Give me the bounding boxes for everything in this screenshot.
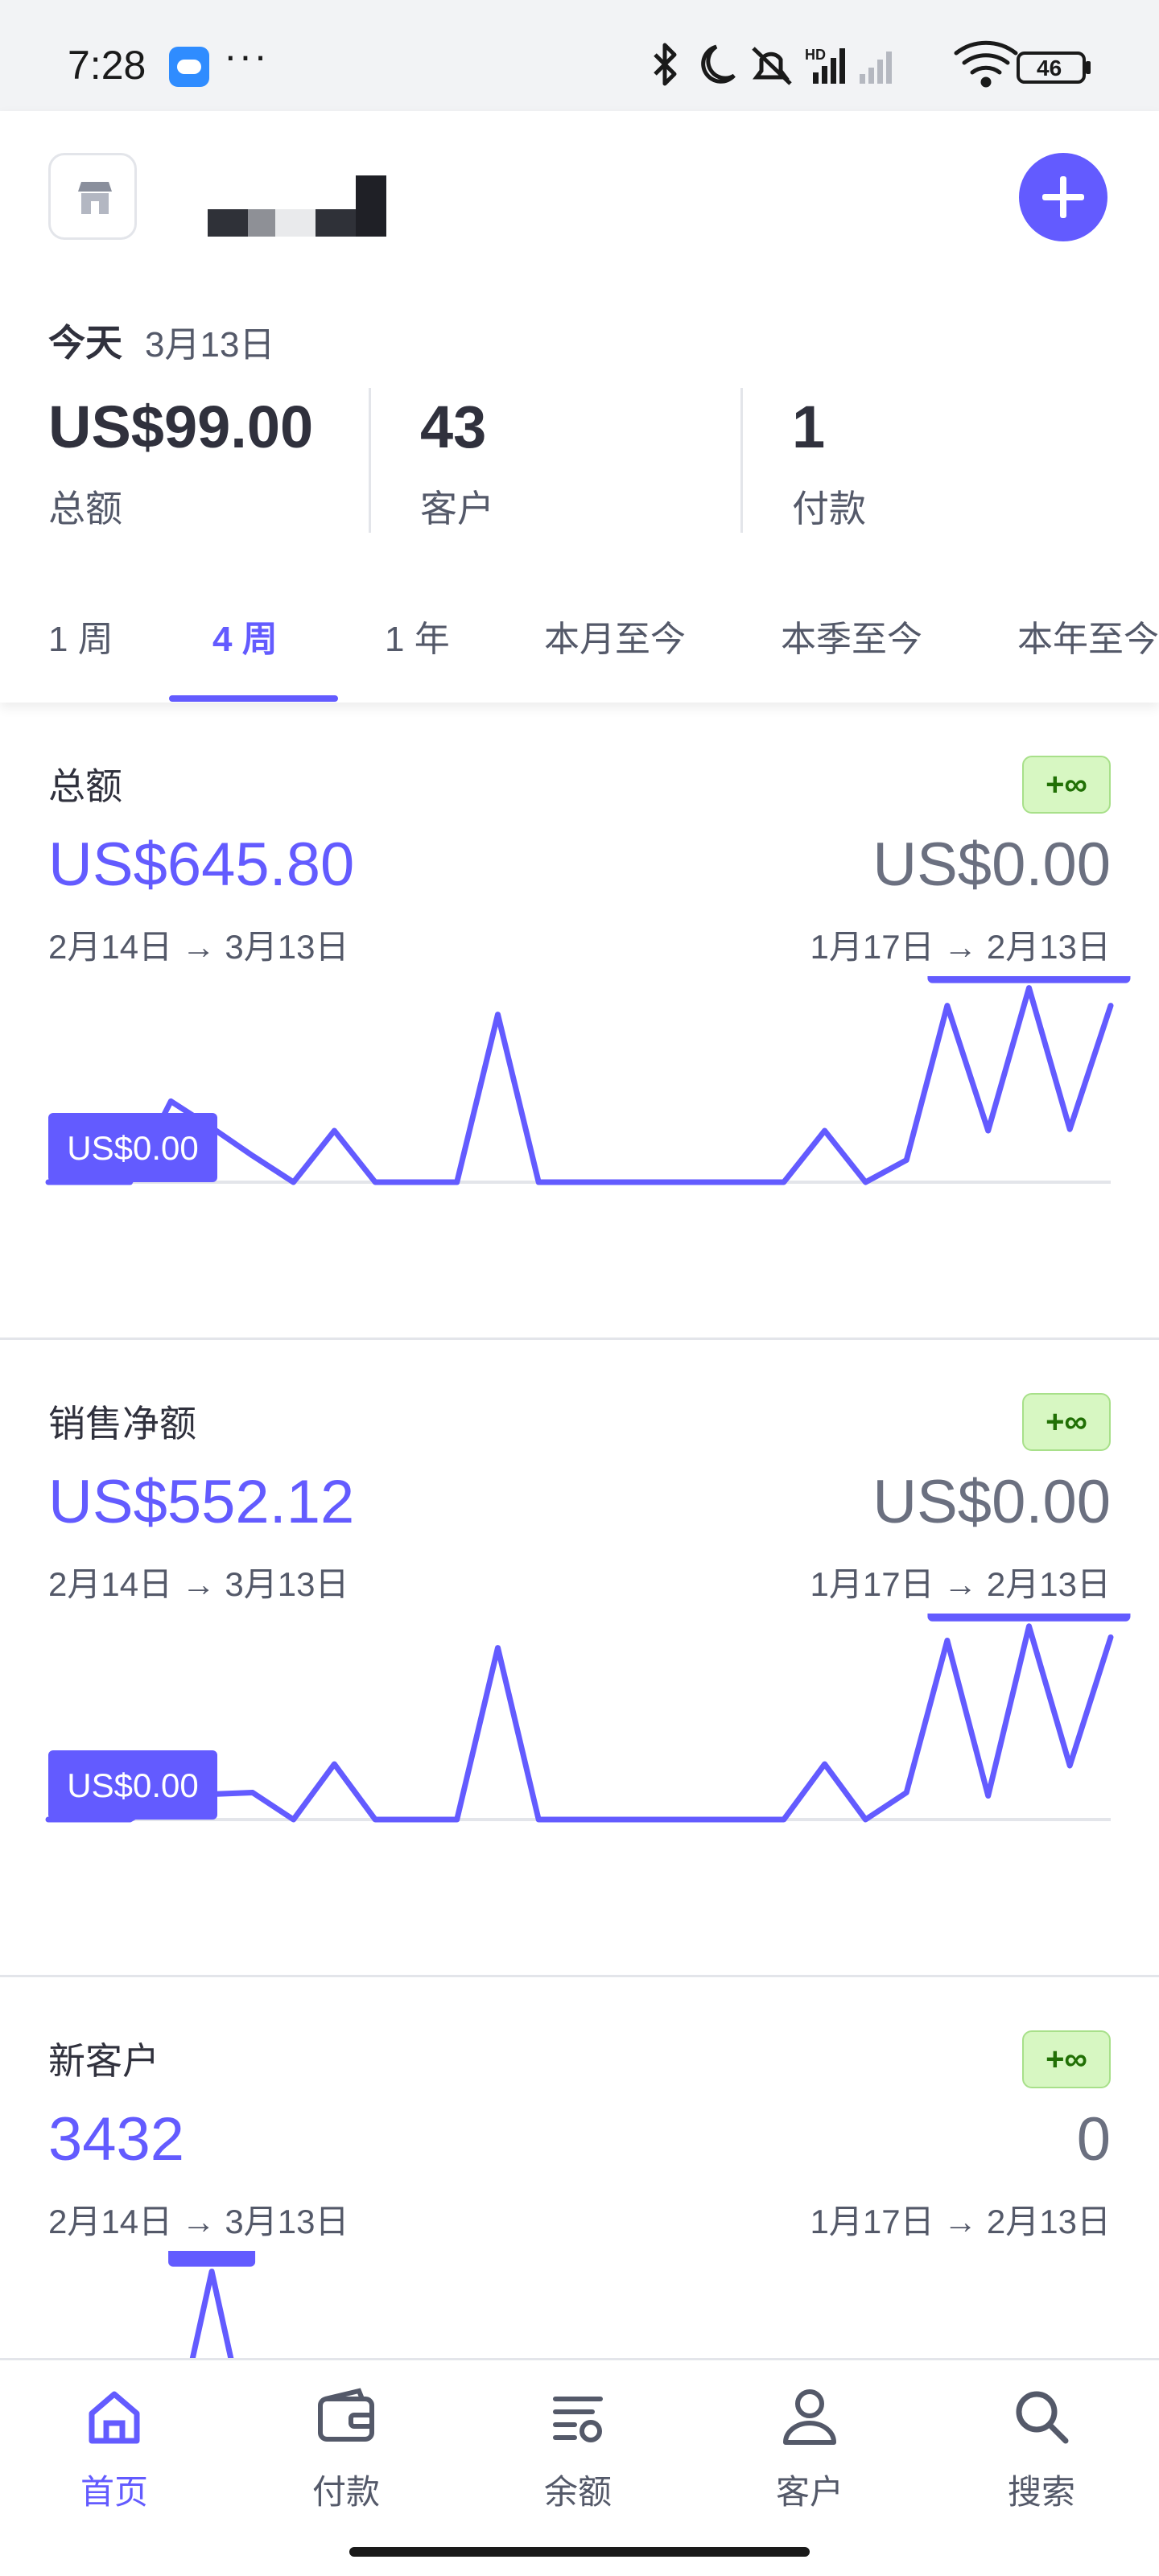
signal-icon	[860, 52, 892, 84]
battery-level: 46	[1037, 56, 1062, 80]
svg-text:HD: HD	[805, 47, 826, 63]
nav-label: 付款	[311, 2473, 380, 2511]
tab-month-to-date[interactable]: 本月至今	[544, 610, 686, 662]
status-icons: HD 46	[654, 40, 1091, 88]
peak-tooltip: US$108.37	[927, 1614, 1131, 1622]
battery-icon: 46	[1017, 52, 1091, 84]
nav-label: 首页	[80, 2473, 148, 2511]
bottom-nav: 首页 付款 余额 客户 搜索	[0, 2358, 1159, 2576]
summary-total[interactable]: US$99.00 总额	[48, 398, 313, 542]
previous-range: 1月17日 → 2月13日	[810, 928, 1112, 966]
nav-label: 客户	[775, 2473, 843, 2511]
trend-badge: +∞	[1022, 756, 1111, 814]
min-tooltip: US$0.00	[48, 1750, 217, 1820]
tab-year-to-date[interactable]: 本年至今	[1017, 610, 1159, 662]
tab-1-year[interactable]: 1 年	[385, 610, 450, 662]
current-value: US$552.12	[48, 1468, 355, 1536]
search-icon	[1016, 2391, 1069, 2444]
current-value: 3432	[48, 2105, 185, 2174]
store-icon[interactable]	[48, 153, 137, 240]
hd-signal-icon: HD	[805, 47, 845, 84]
tab-4-weeks[interactable]: 4 周	[212, 610, 278, 662]
home-indicator	[349, 2547, 810, 2557]
summary-divider	[369, 388, 371, 533]
wifi-icon	[954, 40, 1018, 88]
card-title: 总额	[48, 765, 122, 807]
summary-payments-value: 1	[792, 394, 826, 460]
nav-customers[interactable]: 客户	[729, 2384, 890, 2514]
line-chart[interactable]: US$108.37 US$0.00	[0, 1614, 1159, 1977]
status-time: 7:28	[68, 43, 146, 88]
previous-value: US$0.00	[872, 831, 1111, 899]
mute-icon	[752, 47, 792, 85]
nav-home[interactable]: 首页	[34, 2384, 195, 2514]
cloud-app-icon	[169, 47, 209, 87]
summary-customers-value: 43	[420, 394, 487, 460]
summary-total-value: US$99.00	[48, 394, 314, 460]
summary-customers[interactable]: 43 客户	[420, 398, 494, 542]
peak-tooltip: US$113.99	[927, 976, 1131, 983]
nav-label: 余额	[543, 2473, 612, 2511]
line-chart[interactable]: US$113.99 US$0.00	[0, 976, 1159, 1340]
min-tooltip: US$0.00	[48, 1113, 217, 1182]
current-range: 2月14日 → 3月13日	[48, 1565, 349, 1603]
nav-search[interactable]: 搜索	[961, 2384, 1122, 2514]
moon-icon	[701, 44, 736, 84]
dashboard-header: 今天 3月13日 US$99.00 总额 43 客户 1 付款 1 周 4 周 …	[0, 111, 1159, 703]
account-name-redacted	[208, 175, 386, 237]
peak-label: 270	[184, 2251, 240, 2252]
add-button[interactable]	[1019, 153, 1107, 241]
peak-tooltip: 270	[168, 2251, 256, 2267]
min-label: US$0.00	[67, 1129, 198, 1167]
tab-quarter-to-date[interactable]: 本季至今	[781, 610, 922, 662]
period-tabs: 1 周 4 周 1 年 本月至今 本季至今 本年至今	[0, 587, 1159, 703]
summary-divider	[740, 388, 743, 533]
nav-balance[interactable]: 余额	[497, 2384, 658, 2514]
tab-1-week[interactable]: 1 周	[48, 610, 113, 662]
status-bar: 7:28 ··· HD 46	[0, 0, 1159, 111]
previous-value: 0	[1076, 2105, 1111, 2174]
min-label: US$0.00	[67, 1766, 198, 1804]
summary-customers-label: 客户	[420, 488, 494, 530]
card-title: 销售净额	[48, 1403, 196, 1445]
metric-card-gross-volume[interactable]: 总额 +∞ US$645.80 US$0.00 2月14日 → 3月13日 1月…	[0, 703, 1159, 1340]
current-range: 2月14日 → 3月13日	[48, 2203, 349, 2240]
active-tab-indicator	[169, 695, 338, 702]
balance-icon	[553, 2397, 603, 2442]
status-more-dots: ···	[224, 33, 269, 78]
summary-payments-label: 付款	[792, 488, 866, 530]
nav-payments[interactable]: 付款	[266, 2384, 427, 2514]
home-icon	[89, 2391, 140, 2444]
bluetooth-icon	[654, 43, 677, 86]
previous-range: 1月17日 → 2月13日	[810, 1565, 1112, 1603]
metric-card-net-sales[interactable]: 销售净额 +∞ US$552.12 US$0.00 2月14日 → 3月13日 …	[0, 1340, 1159, 1977]
nav-label: 搜索	[1007, 2473, 1075, 2511]
summary-total-label: 总额	[48, 488, 122, 530]
previous-value: US$0.00	[872, 1468, 1111, 1536]
today-date: 3月13日	[145, 325, 275, 365]
card-title: 新客户	[48, 2040, 159, 2082]
previous-range: 1月17日 → 2月13日	[810, 2203, 1112, 2240]
trend-badge: +∞	[1022, 1393, 1111, 1451]
today-label: 今天	[48, 322, 122, 364]
summary-payments[interactable]: 1 付款	[792, 398, 866, 542]
trend-badge: +∞	[1022, 2030, 1111, 2088]
person-icon	[783, 2389, 836, 2445]
current-value: US$645.80	[48, 831, 355, 899]
wallet-icon	[318, 2388, 374, 2442]
current-range: 2月14日 → 3月13日	[48, 928, 349, 966]
